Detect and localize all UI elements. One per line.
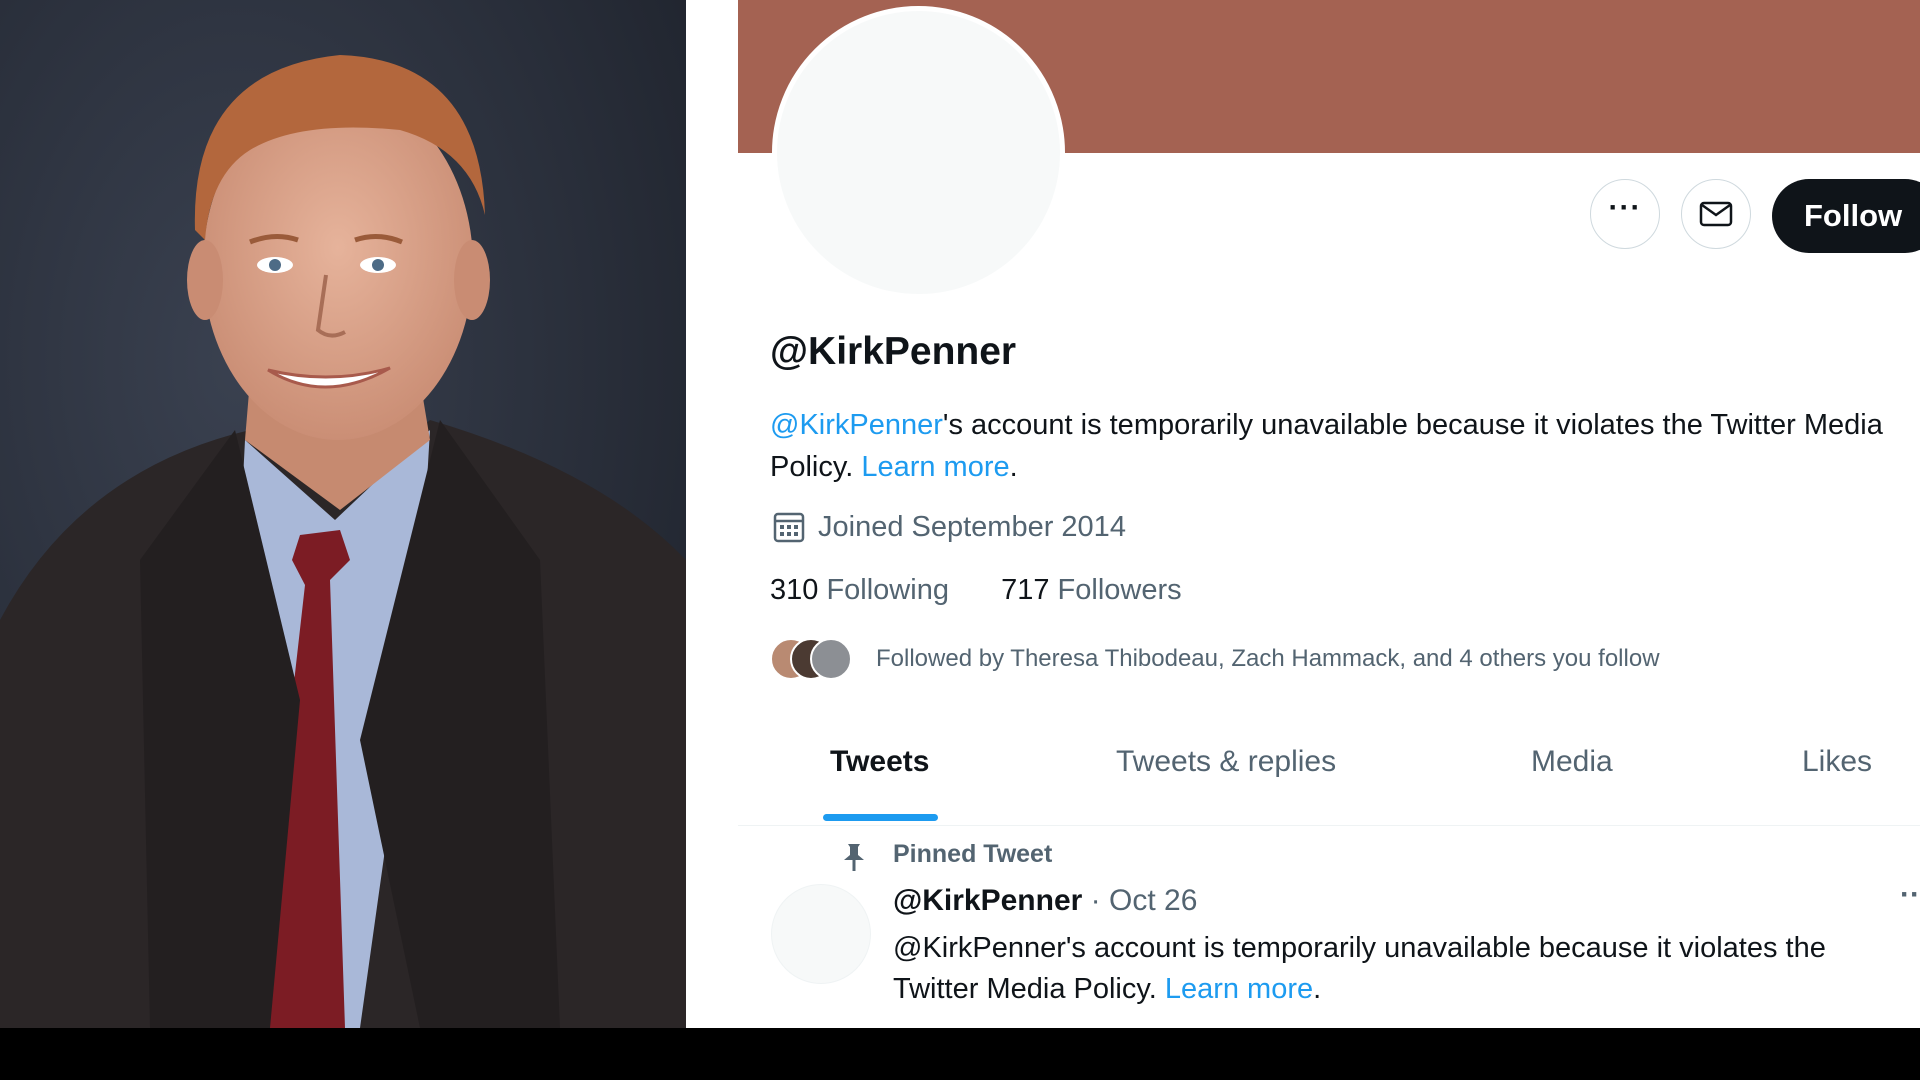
- twitter-profile: ··· Follow @KirkPenner @KirkPenner's acc…: [738, 0, 1920, 1028]
- calendar-icon: [773, 512, 805, 543]
- follow-stats: 310 Following 717 Followers: [770, 574, 1182, 607]
- tab-tweets-replies[interactable]: Tweets & replies: [1116, 745, 1336, 779]
- tweet-separator: ·: [1082, 884, 1109, 917]
- tweet-header: @KirkPenner · Oct 26: [893, 884, 1197, 918]
- pin-icon: [844, 844, 864, 871]
- followed-by-row[interactable]: Followed by Theresa Thibodeau, Zach Hamm…: [770, 638, 1660, 680]
- joined-date: Joined September 2014: [772, 510, 1126, 544]
- tweet-learn-more-link[interactable]: Learn more: [1165, 973, 1313, 1005]
- pinned-label: Pinned Tweet: [893, 840, 1053, 868]
- following-link[interactable]: 310 Following: [770, 574, 949, 606]
- tweet-more-icon[interactable]: ··: [1900, 878, 1920, 912]
- more-button[interactable]: ···: [1590, 179, 1660, 249]
- bio-mention-link[interactable]: @KirkPenner: [770, 409, 943, 441]
- tweet-author[interactable]: @KirkPenner: [893, 884, 1082, 917]
- follow-button[interactable]: Follow: [1772, 179, 1920, 253]
- envelope-icon: [1699, 201, 1733, 227]
- bottom-letterbox: [0, 1028, 1920, 1080]
- followed-by-text: Followed by Theresa Thibodeau, Zach Hamm…: [876, 645, 1660, 672]
- profile-bio: @KirkPenner's account is temporarily una…: [770, 404, 1910, 488]
- following-label: Following: [826, 574, 949, 606]
- bio-end: .: [1009, 451, 1018, 483]
- tweet-avatar[interactable]: [771, 884, 871, 984]
- tab-tweets[interactable]: Tweets: [830, 745, 929, 779]
- divider: [686, 0, 738, 1028]
- following-count: 310: [770, 574, 819, 606]
- profile-photo: [0, 0, 686, 1028]
- tab-media[interactable]: Media: [1531, 745, 1613, 779]
- more-icon: ···: [1608, 191, 1642, 224]
- follower-avatar: [810, 638, 852, 680]
- tweet-text: @KirkPenner's account is temporarily una…: [893, 928, 1903, 1010]
- profile-handle: @KirkPenner: [770, 330, 1017, 373]
- followers-link[interactable]: 717 Followers: [1001, 574, 1182, 606]
- tab-likes[interactable]: Likes: [1802, 745, 1872, 779]
- followers-label: Followers: [1057, 574, 1182, 606]
- tweet-end: .: [1313, 973, 1322, 1005]
- followers-count: 717: [1001, 574, 1050, 606]
- joined-text: Joined September 2014: [818, 510, 1126, 543]
- tweet-body-text: @KirkPenner's account is temporarily una…: [893, 932, 1826, 1005]
- active-tab-indicator: [823, 814, 938, 821]
- learn-more-link[interactable]: Learn more: [861, 451, 1009, 483]
- message-button[interactable]: [1681, 179, 1751, 249]
- profile-avatar[interactable]: [772, 6, 1065, 299]
- tweet-date[interactable]: Oct 26: [1109, 884, 1197, 917]
- profile-tabs: Tweets Tweets & replies Media Likes: [738, 725, 1920, 826]
